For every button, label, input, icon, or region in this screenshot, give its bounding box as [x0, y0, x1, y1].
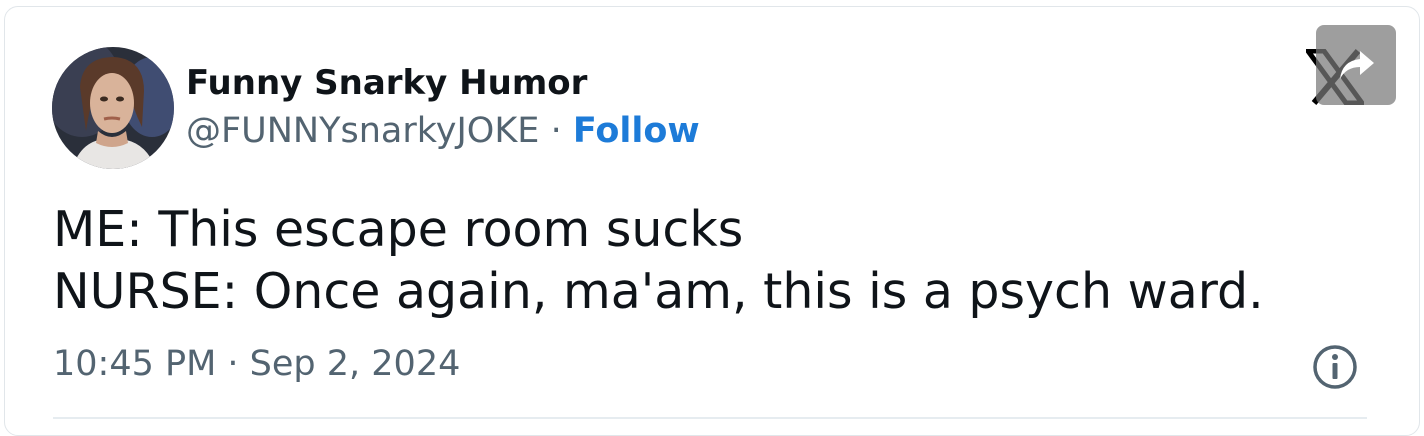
info-icon[interactable] [1311, 343, 1359, 391]
handle-separator: · [550, 111, 562, 151]
follow-button[interactable]: Follow [573, 111, 700, 151]
share-arrow-icon [1340, 51, 1374, 79]
avatar[interactable] [52, 47, 174, 169]
display-name[interactable]: Funny Snarky Humor [186, 63, 587, 103]
divider [53, 417, 1367, 419]
tweet-text: ME: This escape room sucks NURSE: Once a… [53, 199, 1264, 323]
tweet-text-line: NURSE: Once again, ma'am, this is a psyc… [53, 263, 1264, 320]
tweet-timestamp[interactable]: 10:45 PM · Sep 2, 2024 [53, 344, 460, 384]
handle-row: @FUNNYsnarkyJOKE · Follow [186, 111, 700, 151]
user-handle[interactable]: @FUNNYsnarkyJOKE [186, 111, 539, 151]
share-button[interactable] [1316, 25, 1396, 105]
tweet-card: Funny Snarky Humor @FUNNYsnarkyJOKE · Fo… [4, 6, 1420, 436]
tweet-text-line: ME: This escape room sucks [53, 201, 744, 258]
